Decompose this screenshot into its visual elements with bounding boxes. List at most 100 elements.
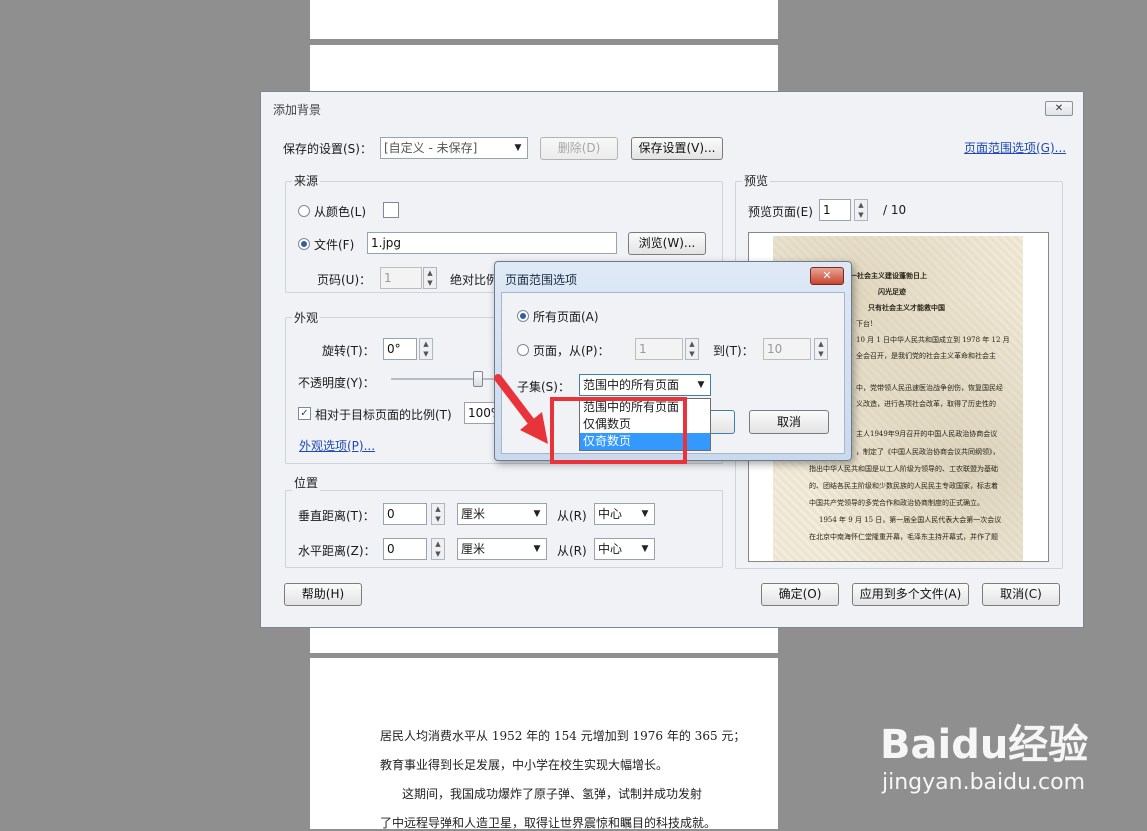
preview-page-field[interactable]: 1 — [819, 199, 851, 221]
pages-to-field[interactable]: 10 — [763, 338, 811, 360]
relative-scale-checkbox[interactable]: ✓ — [298, 407, 311, 420]
preview-line: 义改造，进行各项社会改革，取得了历史性的 — [856, 400, 996, 408]
page-number-label: 页码(U)： — [317, 273, 372, 287]
appearance-options-link[interactable]: 外观选项(P)... — [299, 437, 375, 454]
preview-line: 只有社会主义才能救中国 — [868, 303, 945, 312]
position-group-title: 位置 — [292, 474, 321, 491]
pages-from-label: 页面，从(P)： — [533, 344, 610, 358]
document-page-top — [310, 0, 778, 39]
all-pages-label: 所有页面(A) — [533, 310, 599, 324]
document-line: 教育事业得到长足发展，中小学在校生实现大幅增长。 — [380, 758, 669, 772]
watermark-url: jingyan.baidu.com — [882, 770, 1086, 795]
absolute-scale-label: 绝对比例 — [450, 273, 499, 287]
vertical-distance-stepper[interactable]: ▲ ▼ — [431, 503, 445, 525]
rotation-stepper[interactable]: ▲ ▼ — [419, 338, 433, 360]
browse-button[interactable]: 浏览(W)... — [628, 232, 706, 255]
subset-value: 范围中的所有页面 — [583, 378, 680, 392]
document-line: 了中远程导弹和人造卫星，取得让世界震惊和瞩目的科技成就。 — [380, 816, 717, 830]
subset-select[interactable]: 范围中的所有页面 ▼ — [579, 374, 711, 396]
horizontal-unit-select[interactable]: 厘米 ▼ — [457, 538, 547, 560]
pages-from-stepper[interactable]: ▲ ▼ — [685, 338, 699, 360]
horizontal-distance-label: 水平距离(Z)： — [298, 544, 376, 558]
file-radio[interactable] — [298, 238, 310, 250]
chevron-down-icon: ▼ — [697, 380, 705, 390]
rotation-label: 旋转(T)： — [322, 344, 375, 358]
close-button[interactable]: ✕ — [1045, 101, 1073, 116]
vertical-distance-field[interactable]: 0 — [383, 503, 427, 525]
page-number-field[interactable]: 1 — [380, 267, 422, 289]
saved-settings-label: 保存的设置(S)： — [283, 142, 372, 156]
save-settings-button[interactable]: 保存设置(V)... — [631, 137, 723, 160]
chevron-down-icon: ▼ — [533, 544, 541, 554]
rotation-field[interactable]: 0° — [383, 338, 417, 360]
preview-line: 全会召开，是我们党的社会主义革命和社会主 — [856, 352, 996, 360]
chevron-down-icon: ▼ — [514, 143, 522, 153]
vertical-unit-value: 厘米 — [461, 507, 486, 521]
file-path-field[interactable]: 1.jpg — [367, 232, 617, 254]
saved-settings-select[interactable]: [自定义 - 未保存] ▼ — [380, 137, 528, 159]
pages-from-field[interactable]: 1 — [635, 338, 683, 360]
preview-line: 闪光足迹 — [878, 287, 906, 296]
document-line: 居民人均消费水平从 1952 年的 154 元增加到 1976 年的 365 元… — [380, 729, 746, 743]
ok-button[interactable]: 确定(O) — [761, 583, 839, 606]
preview-group-title: 预览 — [742, 172, 771, 189]
preview-total-pages: / 10 — [883, 203, 907, 217]
help-button[interactable]: 帮助(H) — [284, 583, 362, 606]
baidu-jingyan-logo: Baidu经验 — [880, 722, 1089, 768]
horizontal-from-value: 中心 — [598, 542, 623, 556]
page-range-options-link[interactable]: 页面范围选项(G)... — [964, 139, 1066, 156]
relative-scale-label: 相对于目标页面的比例(T) — [315, 408, 452, 422]
preview-page-stepper[interactable]: ▲ ▼ — [854, 199, 868, 221]
chevron-down-icon: ▼ — [641, 544, 649, 554]
file-label: 文件(F) — [314, 238, 355, 252]
vertical-from-label: 从(R) — [557, 509, 587, 523]
color-swatch[interactable] — [383, 202, 399, 218]
chevron-down-icon: ▼ — [641, 509, 649, 519]
appearance-group-title: 外观 — [292, 309, 321, 326]
horizontal-distance-stepper[interactable]: ▲ ▼ — [431, 538, 445, 560]
vertical-unit-select[interactable]: 厘米 ▼ — [457, 503, 547, 525]
close-icon: ✕ — [1054, 103, 1064, 114]
annotation-arrow-icon — [494, 374, 548, 444]
preview-line: 下台! — [856, 320, 873, 328]
preview-line: 10 月 1 日中华人民共和国成立到 1978 年 12 月 — [856, 336, 1010, 344]
preview-line: 中，党带领人民迅速医治战争创伤，恢复国民经 — [856, 384, 1003, 392]
pages-to-stepper[interactable]: ▲ ▼ — [814, 338, 828, 360]
horizontal-from-select[interactable]: 中心 ▼ — [594, 538, 655, 560]
page-number-stepper[interactable]: ▲ ▼ — [423, 267, 437, 289]
preview-line: 主人1949年9月召开的中国人民政治协商会议 — [856, 430, 998, 438]
vertical-distance-label: 垂直距离(T)： — [298, 509, 375, 523]
horizontal-unit-value: 厘米 — [461, 542, 486, 556]
preview-line: 1954 年 9 月 15 日，第一届全国人民代表大会第一次会议 — [819, 516, 1002, 524]
preview-line: 中国共产党领导的多党合作和政治协商制度的正式确立。 — [809, 499, 984, 507]
page-range-dialog-title: 页面范围选项 — [505, 273, 578, 287]
chevron-down-icon: ▼ — [533, 509, 541, 519]
close-icon: ✕ — [822, 269, 832, 282]
horizontal-distance-field[interactable]: 0 — [383, 538, 427, 560]
page-range-close-button[interactable]: ✕ — [810, 267, 844, 285]
to-label: 到(T)： — [713, 344, 754, 358]
preview-line: ，制定了《中国人民政治协商会议共同纲领》， — [856, 448, 1000, 456]
all-pages-radio[interactable] — [517, 310, 529, 322]
dialog-title: 添加背景 — [273, 103, 322, 117]
preview-line: 的、团结各民主阶级和少数民族的人民民主专政国家，标志着 — [809, 482, 998, 490]
page-range-cancel-button[interactable]: 取消 — [749, 410, 829, 434]
preview-line: 在北京中南海怀仁堂隆重开幕，毛泽东主持开幕式，并作了题 — [809, 533, 998, 541]
preview-page-label: 预览页面(E) — [748, 205, 813, 219]
from-color-label: 从颜色(L) — [314, 205, 367, 219]
document-line: 这期间，我国成功爆炸了原子弹、氢弹，试制并成功发射 — [402, 787, 703, 801]
opacity-slider-thumb[interactable] — [473, 371, 484, 387]
apply-to-multiple-files-button[interactable]: 应用到多个文件(A) — [852, 583, 969, 606]
source-group-title: 来源 — [292, 172, 321, 189]
preview-line: 第一社会主义建设蓬勃日上 — [843, 271, 927, 280]
delete-button[interactable]: 删除(D) — [540, 137, 618, 160]
opacity-label: 不透明度(Y)： — [298, 376, 375, 390]
vertical-from-select[interactable]: 中心 ▼ — [594, 503, 655, 525]
saved-settings-value: [自定义 - 未保存] — [384, 141, 478, 155]
horizontal-from-label: 从(R) — [557, 544, 587, 558]
cancel-button[interactable]: 取消(C) — [982, 583, 1060, 606]
vertical-from-value: 中心 — [598, 507, 623, 521]
from-color-radio[interactable] — [298, 205, 310, 217]
pages-from-radio[interactable] — [517, 344, 529, 356]
preview-line: 指出中华人民共和国是以工人阶级为领导的、工农联盟为基础 — [809, 465, 998, 473]
